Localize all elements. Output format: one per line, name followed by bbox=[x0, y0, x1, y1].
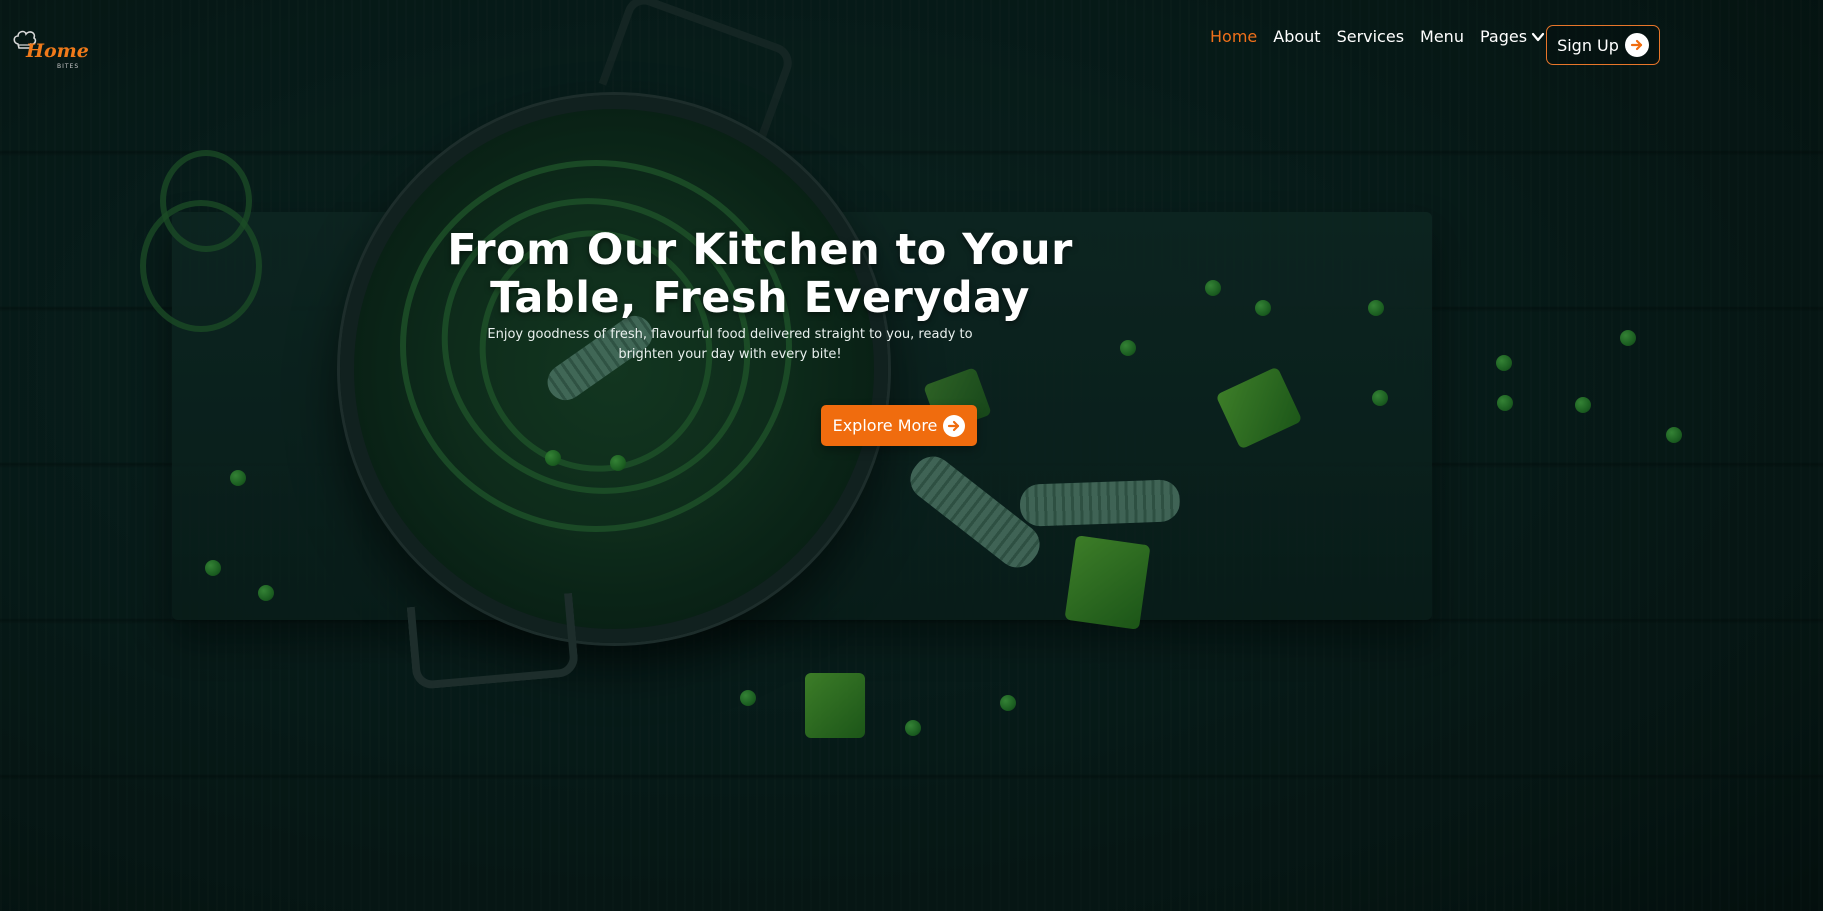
main-nav: Home About Services Menu Pages bbox=[1210, 22, 1545, 50]
hero-headline-line1: From Our Kitchen to Your bbox=[447, 225, 1073, 275]
logo-wordmark: Home bbox=[26, 40, 89, 62]
nav-item-about[interactable]: About bbox=[1273, 27, 1320, 46]
hero-subtext-line2: brighten your day with every bite! bbox=[618, 347, 842, 362]
nav-item-pages[interactable]: Pages bbox=[1480, 27, 1545, 46]
arrow-right-circle-icon bbox=[1624, 33, 1649, 57]
nav-item-services[interactable]: Services bbox=[1337, 27, 1404, 46]
logo-subtitle: BITES bbox=[57, 63, 80, 70]
chevron-down-icon bbox=[1531, 29, 1545, 43]
nav-item-home[interactable]: Home bbox=[1210, 27, 1257, 46]
nav-item-pages-label: Pages bbox=[1479, 26, 1528, 46]
nav-item-menu[interactable]: Menu bbox=[1420, 27, 1464, 46]
hero-section: Home BITES Home About Services Menu Page… bbox=[0, 0, 1823, 911]
hero-subtext: Enjoy goodness of fresh, flavourful food… bbox=[480, 325, 980, 365]
brand-logo[interactable]: Home BITES bbox=[10, 26, 89, 74]
arrow-right-circle-icon bbox=[943, 414, 966, 437]
hero-headline-line2: Table, Fresh Everyday bbox=[490, 273, 1030, 323]
signup-button[interactable]: Sign Up bbox=[1546, 25, 1660, 65]
explore-more-label: Explore More bbox=[832, 416, 938, 435]
signup-label: Sign Up bbox=[1557, 35, 1619, 55]
hero-subtext-line1: Enjoy goodness of fresh, flavourful food… bbox=[487, 327, 973, 342]
dark-overlay bbox=[0, 0, 1823, 911]
hero-headline: From Our Kitchen to Your Table, Fresh Ev… bbox=[430, 226, 1090, 322]
explore-more-button[interactable]: Explore More bbox=[821, 405, 977, 446]
